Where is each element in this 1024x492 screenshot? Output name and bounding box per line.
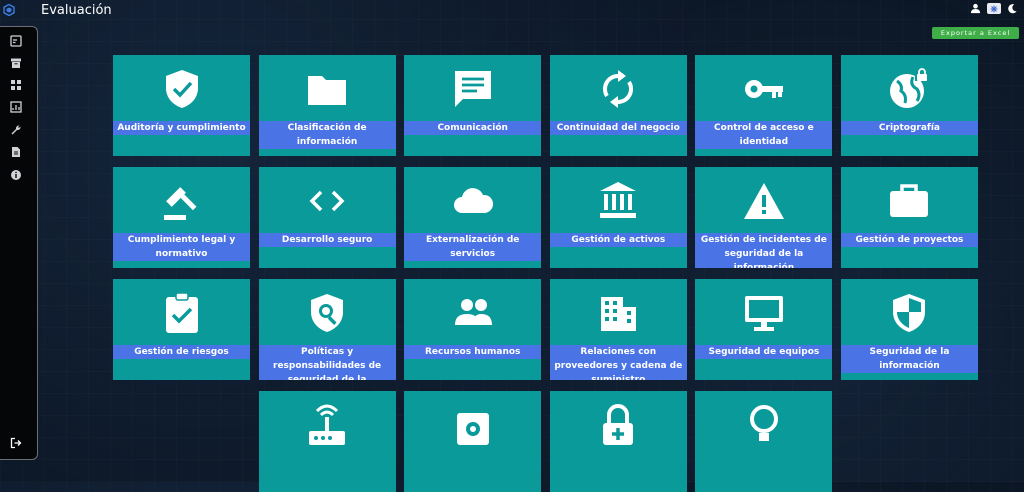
tile-label: Continuidad del negocio [549,121,687,135]
dashboard-icon[interactable] [10,35,22,47]
tile-settings[interactable] [404,391,542,492]
gavel-icon [163,187,196,220]
tile-label: Clasificación de información [258,121,396,149]
tile-label: Políticas y responsabilidades de segurid… [258,345,396,380]
folder-icon [308,76,347,105]
warning-icon [743,183,784,219]
tile-seguridad-informacion[interactable]: Seguridad de la información [840,279,978,380]
tile-proyectos[interactable]: Gestión de proyectos [840,167,978,268]
tile-label: Desarrollo seguro [258,233,396,247]
tile-externalizacion[interactable]: Externalización de servicios [404,167,542,268]
top-right-actions [970,3,1018,14]
monitor-icon [744,296,783,331]
tile-label: Auditoría y cumplimiento [113,121,250,135]
page-title: Evaluación [41,3,112,18]
archive-icon[interactable] [10,57,22,69]
tile-label: Gestión de activos [549,233,687,247]
sync-icon [603,70,634,108]
wrench-icon[interactable] [10,124,22,136]
tile-label: Recursos humanos [404,345,542,359]
tile-criptografia[interactable]: Criptografía [840,55,978,156]
bank-icon [600,182,637,218]
tile-label: Criptografía [840,121,978,135]
tile-activos[interactable]: Gestión de activos [549,167,687,268]
tile-politicas[interactable]: Políticas y responsabilidades de segurid… [258,279,396,380]
settings-box-icon [456,413,489,445]
router-icon [309,404,346,445]
tile-label: Cumplimiento legal y normativo [113,233,250,261]
sidebar [0,26,38,460]
tile-riesgos[interactable]: Gestión de riesgos [113,279,250,380]
tile-label: Externalización de servicios [404,233,542,261]
shield-half-icon [893,294,926,332]
empty-cell [113,391,250,492]
tile-desarrollo[interactable]: Desarrollo seguro [258,167,396,268]
tile-label: Control de acceso e identidad [695,121,833,149]
tile-label: Gestión de riesgos [113,345,250,359]
tile-proveedores[interactable]: Relaciones con proveedores y cadena de s… [549,279,687,380]
message-icon [454,71,491,107]
bulb-icon [749,405,778,441]
widgets-icon[interactable] [10,79,22,91]
cloud-icon [453,188,493,213]
tile-auditoria[interactable]: Auditoría y cumplimiento [113,55,250,156]
briefcase-icon [890,184,929,217]
category-grid: Auditoría y cumplimiento Clasificación d… [113,55,978,492]
tile-continuidad[interactable]: Continuidad del negocio [549,55,687,156]
code-icon [309,190,345,212]
tile-bulb[interactable] [695,391,833,492]
user-icon[interactable] [970,3,981,14]
tile-clasificacion[interactable]: Clasificación de información [258,55,396,156]
app-logo-icon [3,4,15,16]
tile-label: Relaciones con proveedores y cadena de s… [549,345,687,380]
tile-label: Seguridad de equipos [695,345,833,359]
tile-seguridad-equipos[interactable]: Seguridad de equipos [695,279,833,380]
info-icon[interactable] [10,169,22,181]
key-icon [744,80,783,98]
tile-label: Gestión de proyectos [840,233,978,247]
tile-control-acceso[interactable]: Control de acceso e identidad [695,55,833,156]
export-excel-button[interactable]: Exportar a Excel [932,27,1019,39]
language-toggle-button[interactable] [987,3,1001,14]
snowflake-icon [990,5,998,12]
shield-search-icon [311,294,344,332]
tile-lock[interactable] [549,391,687,492]
tile-label: Comunicación [404,121,542,135]
clipboard-check-icon [165,292,198,333]
tile-cumplimiento-legal[interactable]: Cumplimiento legal y normativo [113,167,250,268]
tile-label: Gestión de incidentes de seguridad de la… [695,233,833,268]
chart-icon[interactable] [10,101,22,113]
tile-comunicacion[interactable]: Comunicación [404,55,542,156]
building-icon [601,297,637,331]
lock-plus-icon [603,404,634,445]
people-icon [454,299,492,325]
tile-recursos-humanos[interactable]: Recursos humanos [404,279,542,380]
shield-check-icon [165,70,198,108]
tile-incidentes[interactable]: Gestión de incidentes de seguridad de la… [695,167,833,268]
moon-icon[interactable] [1007,3,1018,14]
tile-router[interactable] [258,391,396,492]
tile-label: Seguridad de la información [840,345,978,373]
globe-lock-icon [890,68,930,108]
document-icon[interactable] [10,146,22,158]
logout-icon[interactable] [10,437,22,449]
